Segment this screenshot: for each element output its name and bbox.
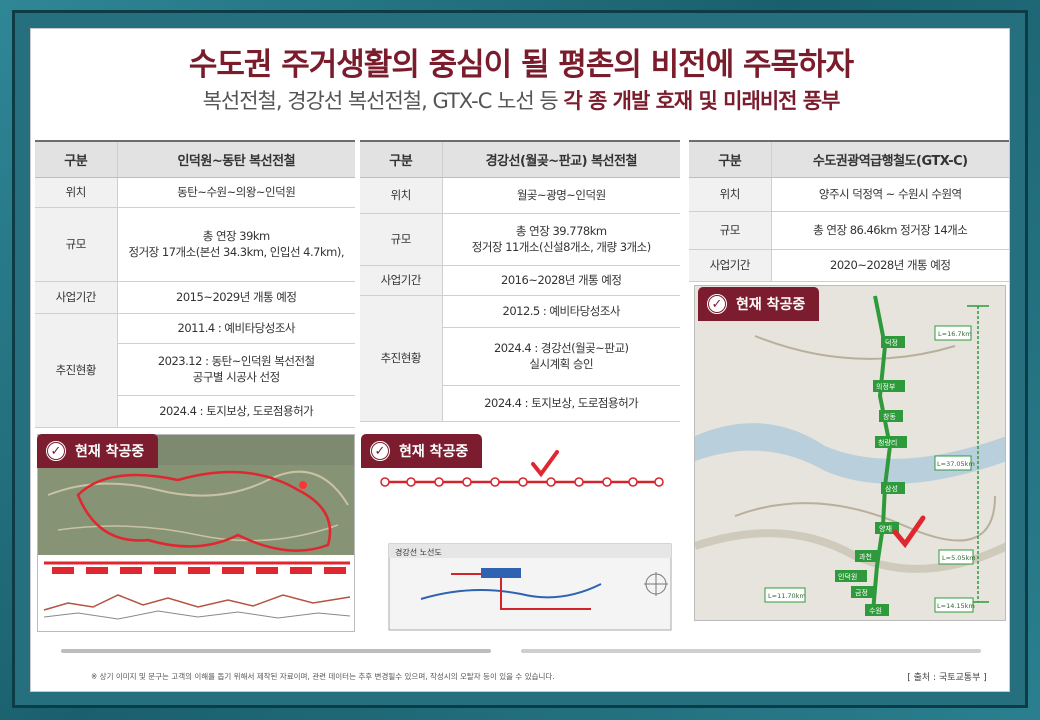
table-header-label: 구분 <box>35 140 117 178</box>
poster-canvas: 수도권 주거생활의 중심이 될 평촌의 비전에 주목하자 복선전철, 경강선 복… <box>30 28 1010 692</box>
table-header-title: 경강선(월곶~판교) 복선전철 <box>441 140 680 178</box>
gtx-station-label: 청량리 <box>878 438 897 447</box>
gtx-segment-label: L=11.70km <box>768 592 806 600</box>
scale-line-1: 총 연장 39km <box>202 229 271 243</box>
badge-label: 현재 착공중 <box>399 444 469 460</box>
row-val-period: 2016~2028년 개통 예정 <box>441 265 680 296</box>
row-key-location: 위치 <box>360 177 443 214</box>
badge-label: 현재 착공중 <box>75 444 145 460</box>
gtx-segment-label: L=37.05km <box>937 460 975 468</box>
status-item: 2024.4 : 경강선(월곶~판교) 실시계획 승인 <box>442 327 680 386</box>
check-icon: ✓ <box>706 293 728 315</box>
row-val-period: 2020~2028년 개통 예정 <box>770 249 1009 282</box>
check-icon: ✓ <box>369 440 391 462</box>
scale-line-2: 정거장 17개소(본선 34.3km, 인입선 4.7km), <box>128 245 345 259</box>
row-key-location: 위치 <box>689 177 772 212</box>
table-gyeonggang-line: 구분 경강선(월곶~판교) 복선전철 위치 월곶~광명~인덕원 규모 총 연장 … <box>360 140 680 422</box>
gyeonggang-map-title: 경강선 노선도 <box>395 547 442 557</box>
gtx-station-label: 과천 <box>859 552 872 561</box>
status-item: 2024.4 : 토지보상, 도로점용허가 <box>117 395 355 428</box>
row-key-scale: 규모 <box>360 213 443 266</box>
gtx-station-label: 수원 <box>869 606 882 615</box>
footnote: ※ 상기 이미지 및 문구는 고객의 이해를 돕기 위해서 제작된 자료이며, … <box>91 672 555 681</box>
gtx-station-label: 덕정 <box>885 338 898 347</box>
status-item: 2023.12 : 동탄~인덕원 복선전철 공구별 시공사 선정 <box>117 343 355 396</box>
table-header-label: 구분 <box>689 140 771 178</box>
row-key-status: 추진현황 <box>35 313 118 428</box>
gtx-segment-label: L=5.05km <box>942 554 976 562</box>
table-header-title: 인덕원~동탄 복선전철 <box>116 140 355 178</box>
construction-badge: ✓ 현재 착공중 <box>37 434 159 468</box>
subtitle-highlight: 각 종 개발 호재 및 미래비전 풍부 <box>563 89 840 113</box>
construction-badge: ✓ 현재 착공중 <box>361 434 483 468</box>
gtx-segment-label: L=14.15km <box>937 602 975 610</box>
row-val-location: 양주시 덕정역 ~ 수원시 수원역 <box>770 177 1009 212</box>
row-key-location: 위치 <box>35 177 118 208</box>
gtx-station-label: 창동 <box>883 413 896 421</box>
source-label: [ 출처 : 국토교통부 ] <box>907 673 987 683</box>
status-item: 2011.4 : 예비타당성조사 <box>116 313 355 344</box>
row-key-period: 사업기간 <box>360 265 443 296</box>
row-key-period: 사업기간 <box>689 249 772 282</box>
status-line: 공구별 시공사 선정 <box>192 370 280 384</box>
scale-line-2: 정거장 11개소(신설8개소, 개량 3개소) <box>471 240 651 254</box>
gtx-station-label: 인덕원 <box>838 572 857 581</box>
badge-label: 현재 착공중 <box>736 297 806 313</box>
row-key-scale: 규모 <box>689 211 772 250</box>
construction-badge: ✓ 현재 착공중 <box>698 287 820 321</box>
row-key-scale: 규모 <box>35 207 118 282</box>
scrollbar-right <box>521 649 981 653</box>
gtx-station-label: 양재 <box>879 525 892 533</box>
page-title: 수도권 주거생활의 중심이 될 평촌의 비전에 주목하자 <box>188 47 854 83</box>
status-item: 2012.5 : 예비타당성조사 <box>441 295 680 328</box>
gtx-station-label: 삼성 <box>885 484 898 493</box>
subtitle-plain: 복선전철, 경강선 복선전철, GTX-C 노선 등 <box>202 89 564 113</box>
check-icon: ✓ <box>45 440 67 462</box>
status-item: 2024.4 : 토지보상, 도로점용허가 <box>442 385 680 422</box>
gtx-segment-label: L=16.7km <box>938 330 972 338</box>
gtx-station-label: 의정부 <box>876 382 896 391</box>
table-header-label: 구분 <box>360 140 442 178</box>
row-key-status: 추진현황 <box>360 295 443 422</box>
page-subtitle: 복선전철, 경강선 복선전철, GTX-C 노선 등 각 종 개발 호재 및 미… <box>31 85 1009 115</box>
scale-line-1: 총 연장 39.778km <box>515 224 607 238</box>
row-val-period: 2015~2029년 개통 예정 <box>116 281 355 314</box>
row-val-location: 월곶~광명~인덕원 <box>441 177 680 214</box>
row-key-period: 사업기간 <box>35 281 118 314</box>
gtx-station-label: 금정 <box>855 588 868 597</box>
gtx-map-graphic: L=16.7km L=37.05km L=5.05km L=14.15km L=… <box>695 286 1005 620</box>
scrollbar-left <box>61 649 491 653</box>
status-line: 2023.12 : 동탄~인덕원 복선전철 <box>157 354 315 368</box>
row-val-location: 동탄~수원~의왕~인덕원 <box>116 177 355 208</box>
table-gtx-c: 구분 수도권광역급행철도(GTX-C) 위치 양주시 덕정역 ~ 수원시 수원역… <box>689 140 1009 282</box>
table-indeokwon-dongtan: 구분 인덕원~동탄 복선전철 위치 동탄~수원~의왕~인덕원 규모 총 연장 3… <box>35 140 355 428</box>
status-line: 실시계획 승인 <box>529 357 594 371</box>
table-header-title: 수도권광역급행철도(GTX-C) <box>770 140 1009 178</box>
status-line: 2024.4 : 경강선(월곶~판교) <box>493 341 629 355</box>
row-val-scale: 총 연장 86.46km 정거장 14개소 <box>770 211 1009 250</box>
route-map-gtx-c: L=16.7km L=37.05km L=5.05km L=14.15km L=… <box>694 285 1006 621</box>
row-val-scale: 총 연장 39km 정거장 17개소(본선 34.3km, 인입선 4.7km)… <box>116 207 355 282</box>
row-val-scale: 총 연장 39.778km 정거장 11개소(신설8개소, 개량 3개소) <box>441 213 680 266</box>
